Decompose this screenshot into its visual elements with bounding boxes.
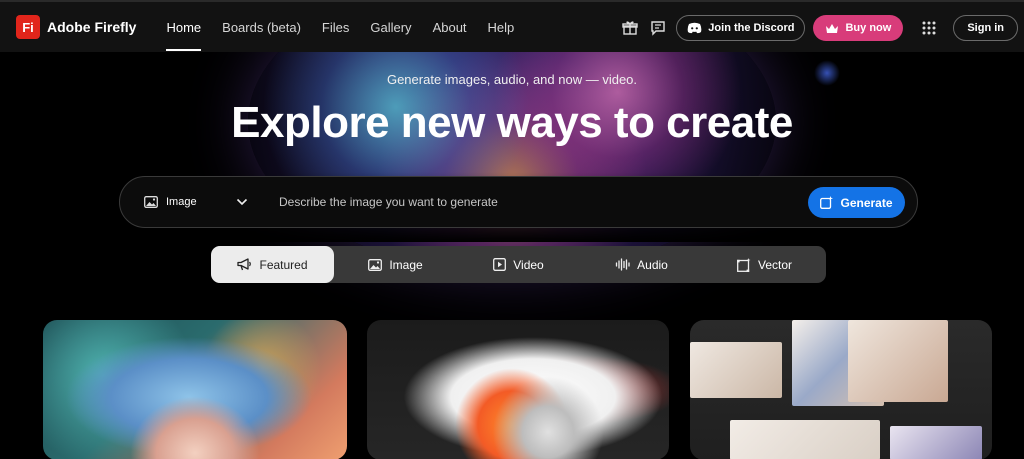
- megaphone-icon: [237, 258, 252, 271]
- moodboard-tile: [890, 426, 982, 459]
- tab-audio-label: Audio: [637, 257, 668, 272]
- join-discord-button[interactable]: Join the Discord: [676, 15, 806, 41]
- nav-link-gallery[interactable]: Gallery: [370, 1, 411, 53]
- nav-link-home[interactable]: Home: [166, 1, 201, 53]
- image-icon: [144, 196, 158, 208]
- audio-wave-icon: [615, 258, 630, 271]
- generate-label: Generate: [840, 195, 893, 210]
- tab-video-label: Video: [513, 257, 544, 272]
- nav-actions: Join the Discord Buy now Sign in: [616, 2, 1024, 54]
- top-nav: Fi Adobe Firefly Home Boards (beta) File…: [0, 0, 1024, 52]
- nav-link-boards[interactable]: Boards (beta): [222, 1, 301, 53]
- featured-card-parrot[interactable]: [367, 320, 669, 459]
- nav-links: Home Boards (beta) Files Gallery About H…: [166, 1, 535, 53]
- tab-vector-label: Vector: [757, 257, 793, 272]
- tab-vector[interactable]: Vector: [703, 246, 826, 283]
- featured-card-character[interactable]: [43, 320, 347, 459]
- crown-icon: [826, 23, 839, 33]
- nav-link-help[interactable]: Help: [488, 1, 515, 53]
- gift-icon[interactable]: [616, 14, 644, 42]
- buy-now-button[interactable]: Buy now: [813, 15, 904, 41]
- featured-card-moodboard[interactable]: [690, 320, 992, 459]
- hero-subtitle: Generate images, audio, and now — video.: [386, 72, 638, 87]
- moodboard-tile: [690, 342, 782, 398]
- hero-section: Generate images, audio, and now — video.…: [0, 52, 1024, 459]
- image-icon: [368, 258, 383, 271]
- nav-link-files[interactable]: Files: [322, 1, 349, 53]
- moodboard-tile: [730, 420, 880, 459]
- tab-image-label: Image: [389, 257, 423, 272]
- generation-type-select[interactable]: Image: [144, 196, 248, 208]
- tab-image[interactable]: Image: [334, 246, 457, 283]
- buy-now-label: Buy now: [845, 22, 892, 34]
- video-icon: [493, 258, 507, 271]
- nav-link-about[interactable]: About: [433, 1, 467, 53]
- tab-video[interactable]: Video: [457, 246, 580, 283]
- brand-name[interactable]: Adobe Firefly: [47, 19, 136, 35]
- generate-button[interactable]: Generate: [808, 187, 905, 218]
- brand[interactable]: Fi Adobe Firefly: [16, 15, 136, 39]
- generation-type-label: Image: [166, 196, 197, 208]
- firefly-logo[interactable]: Fi: [16, 15, 40, 39]
- moodboard-tile: [848, 320, 948, 402]
- join-discord-label: Join the Discord: [708, 22, 795, 34]
- discord-icon: [687, 22, 702, 34]
- tab-featured[interactable]: Featured: [211, 246, 334, 283]
- feedback-icon[interactable]: [644, 14, 672, 42]
- tab-featured-label: Featured: [259, 257, 308, 272]
- category-tabs: Featured Image Video Audio Vector: [211, 246, 826, 283]
- chevron-down-icon: [236, 198, 248, 206]
- tab-audio[interactable]: Audio: [580, 246, 703, 283]
- apps-grid-icon[interactable]: [915, 14, 943, 42]
- prompt-input[interactable]: [279, 187, 799, 217]
- hero-title: Explore new ways to create: [231, 98, 793, 147]
- vector-icon: [736, 257, 751, 272]
- sign-in-button[interactable]: Sign in: [953, 15, 1018, 41]
- generate-icon: [820, 196, 834, 209]
- prompt-bar: Image Generate: [119, 176, 918, 228]
